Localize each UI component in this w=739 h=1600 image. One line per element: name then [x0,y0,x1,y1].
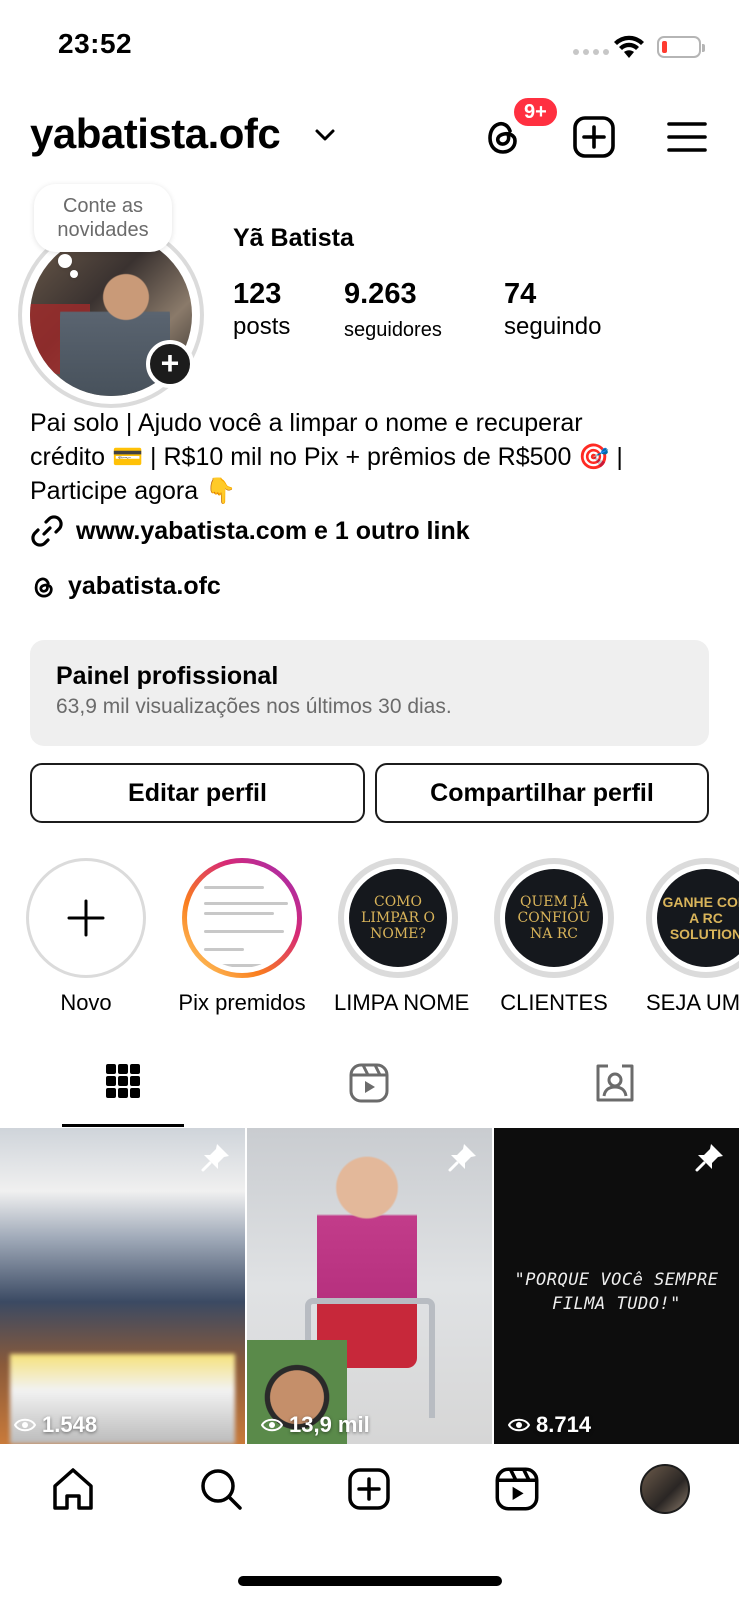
highlight-label: Pix premidos [178,990,306,1015]
stat-value: 74 [504,278,537,310]
home-indicator [238,1576,502,1586]
threads-profile-link[interactable]: yabatista.ofc [30,572,221,601]
view-count-text: 1.548 [42,1412,98,1437]
eye-icon [261,1418,283,1432]
highlight-label: CLIENTES [500,990,608,1015]
post-quote-text: "PORQUE VOCê SEMPRE FILMA TUDO!" [514,1270,719,1314]
view-count: 13,9 mil [261,1412,370,1438]
view-count-text: 13,9 mil [289,1412,370,1437]
profile-avatar[interactable] [640,1464,690,1514]
threads-icon [34,577,53,598]
stat-value: 9.263 [344,278,417,310]
note-tail [70,270,78,278]
post-tile[interactable]: 1.548 [0,1128,245,1444]
battery-icon [657,36,705,58]
search-icon[interactable] [198,1466,244,1512]
plus-icon [67,899,105,937]
eye-icon [508,1418,530,1432]
stat-value: 123 [233,278,282,310]
professional-dashboard[interactable]: Painel profissional 63,9 mil visualizaçõ… [30,640,709,746]
highlight-pix-premidos[interactable]: Pix premidos [178,858,306,1016]
highlight-label: Novo [60,990,112,1015]
note-bubble[interactable]: Conte as novidades [34,184,172,252]
pin-icon [201,1144,229,1172]
home-icon[interactable] [50,1466,96,1512]
add-story-plus-icon[interactable]: + [146,340,194,388]
reels-icon[interactable] [494,1466,540,1512]
status-time: 23:52 [58,28,133,59]
highlight-cover [182,858,302,978]
create-icon[interactable] [346,1466,392,1512]
reels-icon[interactable] [348,1062,390,1104]
wifi-icon [614,35,644,58]
pin-icon [695,1144,723,1172]
grid-icon[interactable] [104,1062,142,1100]
tagged-icon[interactable] [594,1062,636,1104]
notification-badge: 9+ [512,96,559,128]
eye-icon [14,1418,36,1432]
chevron-down-icon[interactable] [314,128,336,142]
highlight-image [192,868,292,968]
highlight-cover: QUEM JÁ CONFIOU NA RC [494,858,614,978]
share-profile-button[interactable]: Compartilhar perfil [375,763,709,823]
following-stat[interactable]: 74 seguindo [504,278,601,341]
highlight-label: SEJA UM [646,990,739,1015]
highlight-cover-text: QUEM JÁ CONFIOU NA RC [505,869,603,967]
bio-line: Pai solo | Ajudo você a limpar o nome e … [30,409,583,437]
posts-stat[interactable]: 123 posts [233,278,290,341]
active-tab-indicator [62,1124,184,1127]
view-count: 8.714 [508,1412,591,1438]
account-switcher-username[interactable]: yabatista.ofc [30,110,281,158]
post-tile[interactable]: "PORQUE VOCê SEMPRE FILMA TUDO!" 8.714 [494,1128,739,1444]
threads-handle: yabatista.ofc [68,572,221,600]
edit-profile-button[interactable]: Editar perfil [30,763,365,823]
panel-subtitle: 63,9 mil visualizações nos últimos 30 di… [56,695,452,718]
bio: Pai solo | Ajudo você a limpar o nome e … [30,406,710,508]
highlight-cover-text: COMO LIMPAR O NOME? [349,869,447,967]
link-icon [31,515,63,547]
bottom-navigation [0,1444,739,1534]
highlight-seja-um[interactable]: GANHE COM A RC SOLUTION SEJA UM [646,858,739,1016]
bio-line: crédito 💳 | R$10 mil no Pix + prêmios de… [30,443,623,471]
post-tile[interactable]: 13,9 mil [247,1128,492,1444]
highlight-cover-text: GANHE COM A RC SOLUTION [657,869,739,967]
stat-label: posts [233,313,291,340]
note-tail [58,254,72,268]
highlight-label: LIMPA NOME [334,990,470,1015]
pin-icon [448,1144,476,1172]
create-post-icon[interactable] [571,114,617,160]
highlight-clientes[interactable]: QUEM JÁ CONFIOU NA RC CLIENTES [490,858,618,1016]
full-name: Yã Batista [233,224,354,252]
status-bar: 23:52 [0,0,739,92]
panel-title: Painel profissional [56,662,279,690]
stat-label: seguindo [504,313,602,340]
followers-stat[interactable]: 9.263 seguidores [344,278,442,342]
stat-label: seguidores [344,319,442,341]
highlight-cover [26,858,146,978]
profile-tabs [0,1054,739,1128]
external-link[interactable]: www.yabatista.com e 1 outro link [30,514,470,548]
highlight-limpa-nome[interactable]: COMO LIMPAR O NOME? LIMPA NOME [334,858,470,1016]
view-count-text: 8.714 [536,1412,592,1437]
menu-icon[interactable] [664,114,710,160]
bio-line: Participe agora 👇 [30,477,237,505]
profile-header: yabatista.ofc 9+ [0,96,739,168]
highlight-cover: GANHE COM A RC SOLUTION [646,858,739,978]
cellular-signal-icon [573,49,609,55]
link-text: www.yabatista.com e 1 outro link [76,516,470,545]
highlight-new[interactable]: Novo [22,858,150,1016]
view-count: 1.548 [14,1412,97,1438]
highlight-cover: COMO LIMPAR O NOME? [338,858,458,978]
posts-grid: 1.548 13,9 mil "PORQUE VOCê SEMPRE FILMA… [0,1128,739,1444]
